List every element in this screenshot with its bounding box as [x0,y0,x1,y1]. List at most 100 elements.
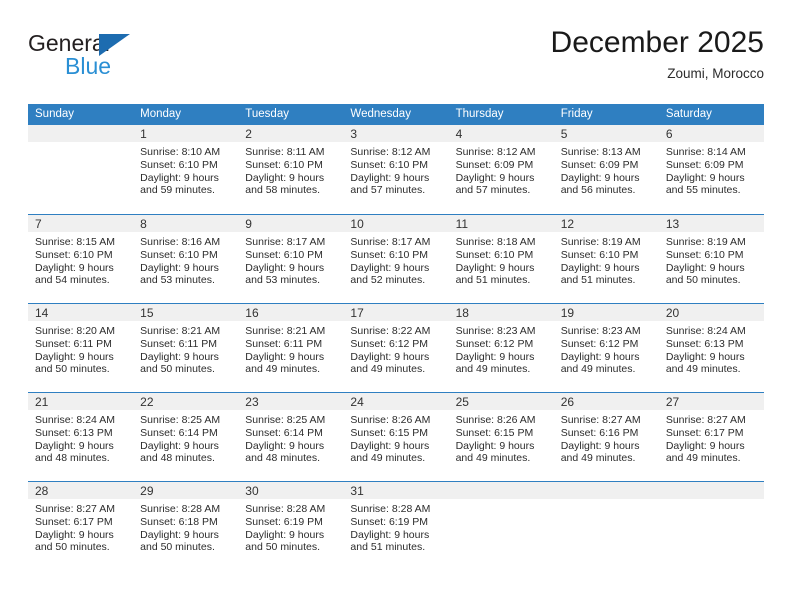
day-detail-line: Sunset: 6:15 PM [455,426,534,439]
day-cell-18[interactable]: 18 Sunrise: 8:23 AM Sunset: 6:12 PM Dayligh… [448,304,554,392]
weekday-header-saturday: Saturday [665,108,712,120]
day-cell-4[interactable]: 4 Sunrise: 8:12 AM Sunset: 6:09 PM Daylight… [448,125,554,214]
day-detail-block: Sunrise: 8:23 AM Sunset: 6:12 PM Daylight:… [554,321,659,376]
day-number: 8 [140,217,147,231]
day-detail-line: Sunset: 6:19 PM [245,515,323,528]
day-cell-15[interactable]: 15 Sunrise: 8:21 AM Sunset: 6:11 PM Dayligh… [133,304,239,392]
day-detail-line: and 56 minutes. [560,184,636,197]
day-detail-line: Daylight: 9 hours [455,439,535,452]
day-number-band: 18 [448,304,554,321]
day-detail-line: and 49 minutes. [560,363,636,376]
day-number: 15 [140,306,154,320]
day-cell-2[interactable]: 2 Sunrise: 8:11 AM Sunset: 6:10 PM Daylight… [238,125,344,214]
weekday-header-friday: Friday [560,108,593,120]
day-detail-line: Daylight: 9 hours [245,171,325,184]
day-number-band: 13 [658,215,764,232]
day-cell-20[interactable]: 20 Sunrise: 8:24 AM Sunset: 6:13 PM Dayligh… [658,304,764,392]
day-cell-27[interactable]: 27 Sunrise: 8:27 AM Sunset: 6:17 PM Dayligh… [658,393,764,481]
day-cell-10[interactable]: 10 Sunrise: 8:17 AM Sunset: 6:10 PM Dayligh… [343,215,449,303]
day-detail-line: Daylight: 9 hours [350,261,430,274]
day-cell-30[interactable]: 30 Sunrise: 8:28 AM Sunset: 6:19 PM Dayligh… [238,482,344,570]
day-number-band: 3 [343,125,449,142]
day-number-band: 15 [133,304,239,321]
day-detail-line: Sunrise: 8:24 AM [665,325,746,337]
day-detail-block: Sunrise: 8:28 AM Sunset: 6:19 PM Daylight:… [238,499,343,554]
day-detail-line: Sunset: 6:16 PM [560,426,639,439]
day-cell-21[interactable]: 21 Sunrise: 8:24 AM Sunset: 6:13 PM Dayligh… [28,393,134,481]
day-number: 30 [245,484,259,498]
day-cell-11[interactable]: 11 Sunrise: 8:18 AM Sunset: 6:10 PM Dayligh… [448,215,554,303]
day-number-band: 5 [553,125,659,142]
day-number-band: 28 [28,482,134,499]
day-cell-13[interactable]: 13 Sunrise: 8:19 AM Sunset: 6:10 PM Dayligh… [658,215,764,303]
day-detail-block: Sunrise: 8:12 AM Sunset: 6:09 PM Daylight:… [449,142,554,197]
day-cell-14[interactable]: 14 Sunrise: 8:20 AM Sunset: 6:11 PM Dayligh… [28,304,134,392]
day-cell-24[interactable]: 24 Sunrise: 8:26 AM Sunset: 6:15 PM Dayligh… [343,393,449,481]
day-number-band [448,482,554,499]
day-cell-5[interactable]: 5 Sunrise: 8:13 AM Sunset: 6:09 PM Daylight… [553,125,659,214]
day-detail-line: Sunrise: 8:19 AM [560,236,641,248]
day-number: 26 [560,395,575,409]
day-cell-12[interactable]: 12 Sunrise: 8:19 AM Sunset: 6:10 PM Dayligh… [553,215,659,303]
generalblue-logo[interactable]: General Blue [28,30,208,84]
day-detail-line: Sunrise: 8:13 AM [560,146,641,158]
day-detail-line: Sunset: 6:10 PM [665,248,744,261]
day-detail-line: and 49 minutes. [665,363,741,376]
day-detail-line: Daylight: 9 hours [350,350,430,363]
weekday-header-monday: Monday [140,108,182,120]
day-cell-17[interactable]: 17 Sunrise: 8:22 AM Sunset: 6:12 PM Dayligh… [343,304,449,392]
day-detail-line: Sunset: 6:11 PM [35,337,112,350]
day-detail-block: Sunrise: 8:20 AM Sunset: 6:11 PM Daylight:… [28,321,133,376]
day-detail-line: Sunset: 6:19 PM [350,515,429,528]
day-cell-7[interactable]: 7 Sunrise: 8:15 AM Sunset: 6:10 PM Daylight… [28,215,134,303]
day-cell-6[interactable]: 6 Sunrise: 8:14 AM Sunset: 6:09 PM Daylight… [658,125,764,214]
day-detail-block: Sunrise: 8:24 AM Sunset: 6:13 PM Daylight:… [28,410,133,465]
day-detail-line: and 49 minutes. [245,363,320,376]
day-detail-block: Sunrise: 8:23 AM Sunset: 6:12 PM Daylight:… [449,321,554,376]
day-detail-line: Sunset: 6:14 PM [140,426,218,439]
day-detail-line: Sunrise: 8:14 AM [665,146,746,158]
day-detail-line: Sunrise: 8:26 AM [455,414,536,426]
day-cell-16[interactable]: 16 Sunrise: 8:21 AM Sunset: 6:11 PM Dayligh… [238,304,344,392]
location-subtitle: Zoumi, Morocco [667,66,764,81]
day-cell-31[interactable]: 31 Sunrise: 8:28 AM Sunset: 6:19 PM Dayligh… [343,482,449,570]
day-detail-line: Daylight: 9 hours [560,171,640,184]
day-number: 4 [455,127,463,141]
day-number-band: 4 [448,125,554,142]
weekday-header-sunday: Sunday [35,108,75,120]
day-cell-25[interactable]: 25 Sunrise: 8:26 AM Sunset: 6:15 PM Dayligh… [448,393,554,481]
calendar-page: General Blue December 2025 Zoumi, Morocc… [0,0,792,612]
page-header: General Blue December 2025 Zoumi, Morocc… [28,24,764,92]
day-detail-line: Sunset: 6:10 PM [560,248,639,261]
day-detail-block: Sunrise: 8:17 AM Sunset: 6:10 PM Daylight:… [238,232,343,287]
day-detail-line: Sunrise: 8:15 AM [35,236,115,248]
day-cell-19[interactable]: 19 Sunrise: 8:23 AM Sunset: 6:12 PM Dayligh… [553,304,659,392]
day-detail-block: Sunrise: 8:21 AM Sunset: 6:11 PM Daylight:… [238,321,343,376]
day-detail-line: Sunset: 6:10 PM [350,248,429,261]
day-cell-26[interactable]: 26 Sunrise: 8:27 AM Sunset: 6:16 PM Dayligh… [553,393,659,481]
day-number-band: 23 [238,393,344,410]
day-cell-empty [553,482,659,570]
day-cell-1[interactable]: 1 Sunrise: 8:10 AM Sunset: 6:10 PM Daylight… [133,125,239,214]
day-detail-line: Daylight: 9 hours [140,528,219,541]
day-detail-block: Sunrise: 8:19 AM Sunset: 6:10 PM Daylight:… [659,232,764,287]
day-number-band: 11 [448,215,554,232]
day-number-band: 26 [553,393,659,410]
day-detail-line: Sunrise: 8:25 AM [140,414,221,426]
day-detail-block: Sunrise: 8:16 AM Sunset: 6:10 PM Daylight:… [133,232,238,287]
day-detail-line: Sunset: 6:10 PM [140,248,218,261]
day-detail-line: and 49 minutes. [455,452,531,465]
day-cell-29[interactable]: 29 Sunrise: 8:28 AM Sunset: 6:18 PM Dayligh… [133,482,239,570]
day-cell-22[interactable]: 22 Sunrise: 8:25 AM Sunset: 6:14 PM Dayligh… [133,393,239,481]
day-cell-9[interactable]: 9 Sunrise: 8:17 AM Sunset: 6:10 PM Daylight… [238,215,344,303]
day-cell-3[interactable]: 3 Sunrise: 8:12 AM Sunset: 6:10 PM Daylight… [343,125,449,214]
day-detail-line: Sunset: 6:09 PM [665,158,744,171]
day-detail-line: and 54 minutes. [35,274,110,287]
day-cell-28[interactable]: 28 Sunrise: 8:27 AM Sunset: 6:17 PM Dayligh… [28,482,134,570]
day-detail-line: and 55 minutes. [665,184,741,197]
day-detail-block: Sunrise: 8:28 AM Sunset: 6:19 PM Daylight:… [343,499,448,554]
day-cell-23[interactable]: 23 Sunrise: 8:25 AM Sunset: 6:14 PM Dayligh… [238,393,344,481]
day-cell-8[interactable]: 8 Sunrise: 8:16 AM Sunset: 6:10 PM Daylight… [133,215,239,303]
day-detail-line: Sunrise: 8:11 AM [245,146,325,158]
day-detail-line: Daylight: 9 hours [350,171,430,184]
